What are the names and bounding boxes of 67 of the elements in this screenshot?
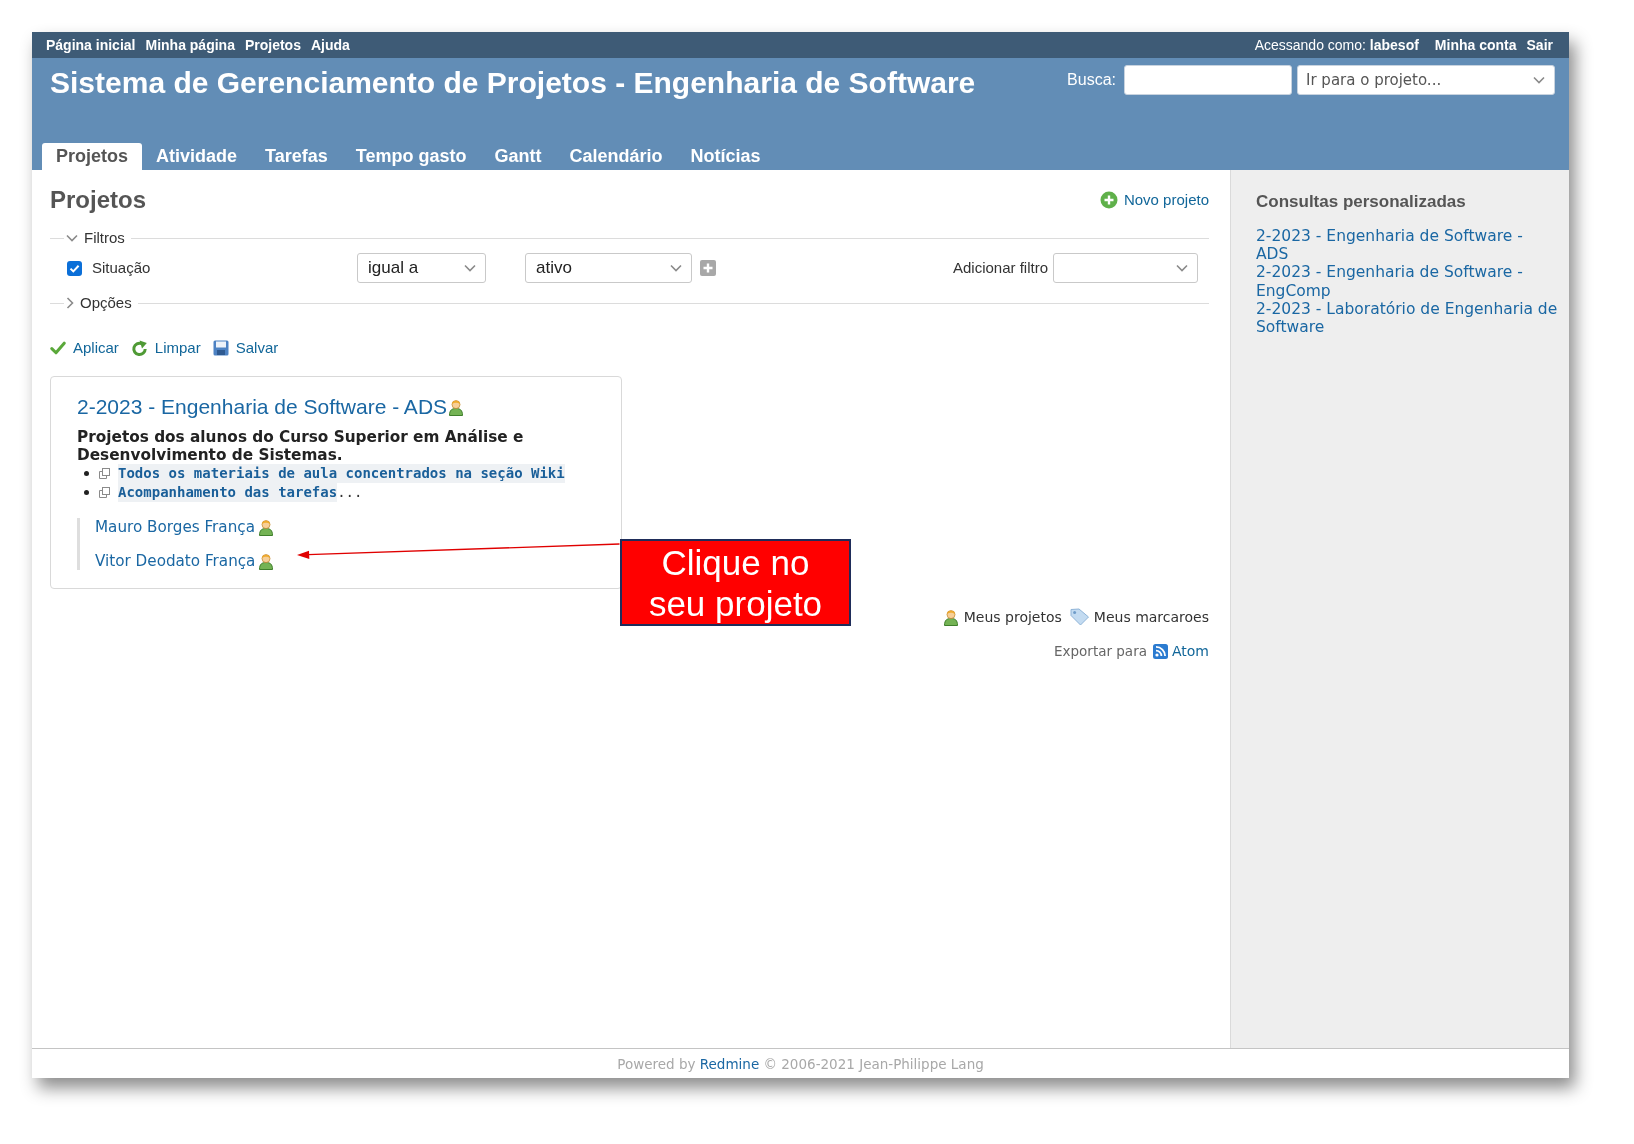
nav-tab[interactable]: Notícias bbox=[676, 143, 775, 170]
query-link[interactable]: 2-2023 - Laboratório de Engenharia de Software bbox=[1256, 299, 1559, 337]
new-project-link[interactable]: Novo projeto bbox=[1099, 191, 1209, 209]
chevron-down-icon bbox=[1176, 264, 1188, 272]
copy-icon bbox=[99, 487, 110, 498]
subproject-link[interactable]: Mauro Borges França bbox=[95, 518, 255, 536]
ellipsis-text: ... bbox=[337, 483, 363, 502]
wiki-link[interactable]: Todos os materiais de aula concentrados na seção Wiki bbox=[118, 464, 565, 483]
subproject-link[interactable]: Vitor Deodato França bbox=[95, 552, 256, 570]
query-link[interactable]: 2-2023 - Engenharia de Software - ADS bbox=[1256, 227, 1559, 264]
chevron-down-icon bbox=[464, 264, 476, 272]
account-link[interactable]: Minha conta bbox=[1434, 36, 1517, 54]
legend-label: Meus marcaroes bbox=[1093, 608, 1209, 627]
query-link[interactable]: 2-2023 - Engenharia de Software - EngComp bbox=[1256, 263, 1559, 300]
footer-text: Powered by Redmine © 2006-2021 Jean-Philippe Lang bbox=[617, 1055, 984, 1073]
account-link[interactable]: Sair bbox=[1526, 36, 1553, 54]
clear-link[interactable]: Limpar bbox=[130, 339, 201, 357]
nav-tab[interactable]: Calendário bbox=[555, 143, 677, 170]
nav-tab[interactable]: Atividade bbox=[142, 143, 252, 170]
atom-link[interactable]: Atom bbox=[1152, 641, 1209, 661]
user-link[interactable]: labesof bbox=[1369, 36, 1419, 53]
user-icon bbox=[941, 608, 960, 626]
redmine-link[interactable]: Redmine bbox=[699, 1056, 760, 1072]
operator-select[interactable]: igual a bbox=[357, 253, 486, 283]
wiki-link[interactable]: Acompanhamento das tarefas bbox=[118, 483, 338, 502]
copy-icon bbox=[99, 468, 110, 479]
legend-label: Meus projetos bbox=[963, 608, 1062, 627]
top-menu-link[interactable]: Minha página bbox=[145, 36, 235, 54]
filter-label: Situação bbox=[92, 259, 151, 277]
nav-tab[interactable]: Tempo gasto bbox=[341, 143, 481, 170]
site-title: Sistema de Gerenciamento de Projetos - Engenharia de Software bbox=[50, 65, 976, 101]
export-label: Exportar para bbox=[1054, 642, 1147, 661]
chevron-down-icon bbox=[1533, 76, 1545, 84]
plus-circle-icon bbox=[1099, 191, 1118, 209]
page-heading: Projetos bbox=[50, 185, 147, 215]
checkmark-icon bbox=[50, 341, 66, 355]
fieldset-legend[interactable]: Opções bbox=[80, 294, 132, 312]
save-link[interactable]: Salvar bbox=[212, 339, 279, 357]
plus-icon[interactable] bbox=[700, 260, 716, 276]
apply-link[interactable]: Aplicar bbox=[50, 339, 119, 357]
bullet-icon bbox=[84, 471, 89, 476]
fieldset-legend[interactable]: Filtros bbox=[84, 229, 125, 247]
chevron-right-icon[interactable] bbox=[66, 297, 74, 309]
nav-tab[interactable]: Gantt bbox=[480, 143, 556, 170]
logged-in-text: Acessando como: labesof bbox=[1254, 36, 1419, 54]
search-field[interactable] bbox=[1124, 65, 1292, 95]
top-menu-link[interactable]: Ajuda bbox=[310, 36, 350, 54]
bullet-icon bbox=[84, 490, 89, 495]
rss-icon bbox=[1152, 643, 1168, 659]
add-filter-select[interactable] bbox=[1053, 253, 1198, 283]
project-jump-select[interactable]: Ir para o projeto... bbox=[1297, 65, 1555, 95]
nav-tab[interactable]: Projetos bbox=[42, 143, 143, 170]
top-menu-link[interactable]: Página inicial bbox=[46, 36, 136, 54]
circular-arrow-icon bbox=[130, 339, 148, 357]
project-description: Projetos dos alunos do Curso Superior em Análise e Desenvolvimento de Sistemas. bbox=[77, 428, 525, 464]
value-select[interactable]: ativo bbox=[525, 253, 692, 283]
add-filter-label: Adicionar filtro bbox=[952, 259, 1048, 277]
chevron-down-icon bbox=[670, 264, 682, 272]
chevron-down-icon[interactable] bbox=[66, 234, 78, 242]
sidebar-title: Consultas personalizadas bbox=[1256, 191, 1467, 213]
nav-tab[interactable]: Tarefas bbox=[251, 143, 342, 170]
callout-note: Clique no seu projeto bbox=[620, 539, 851, 626]
filter-checkbox[interactable] bbox=[67, 260, 82, 276]
search-label: Busca: bbox=[1067, 70, 1116, 90]
tag-icon bbox=[1069, 608, 1090, 626]
project-title-link[interactable]: 2-2023 - Engenharia de Software - ADS bbox=[77, 394, 448, 420]
top-menu-link[interactable]: Projetos bbox=[244, 36, 301, 54]
